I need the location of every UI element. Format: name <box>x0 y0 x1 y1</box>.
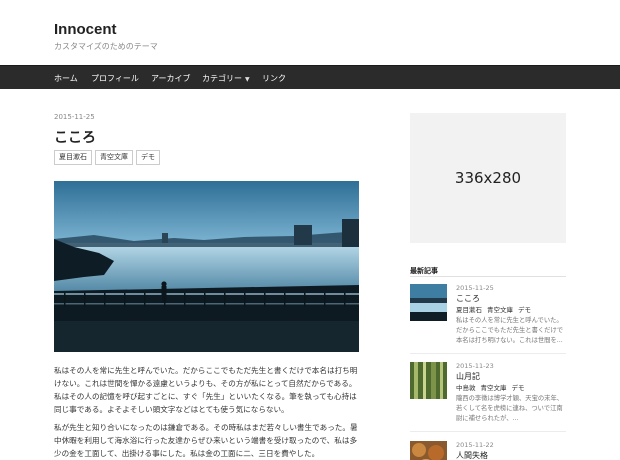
recent-post-text: 2015-11-25 こころ 夏目漱石 青空文庫 デモ 私はその人を常に先生と呼んで… <box>456 284 568 346</box>
recent-post-tag[interactable]: デモ <box>512 384 525 392</box>
main-nav: ホーム プロフィール アーカイブ カテゴリー ▼ リンク <box>0 65 620 89</box>
nav-item-home[interactable]: ホーム <box>54 73 78 84</box>
recent-post-tag[interactable]: 青空文庫 <box>487 306 513 314</box>
recent-post-text: 2015-11-22 人間失格 <box>456 441 568 460</box>
divider <box>410 353 566 354</box>
nav-item-profile[interactable]: プロフィール <box>91 73 139 84</box>
recent-post-excerpt: 隴西の李徴は博学才穎、天宝の末年、若くして名を虎榜に連ね、ついで江南尉に補せられ… <box>456 395 564 422</box>
nav-item-archive[interactable]: アーカイブ <box>151 73 191 84</box>
recent-post-date: 2015-11-25 <box>456 284 494 292</box>
recent-post-title[interactable]: こころ <box>456 293 568 305</box>
divider <box>410 431 566 432</box>
recent-post-tags: 中島敦 青空文庫 デモ <box>456 383 568 393</box>
recent-post-date: 2015-11-22 <box>456 441 494 449</box>
chevron-down-icon: ▼ <box>245 76 250 83</box>
divider <box>410 276 566 277</box>
recent-post-date: 2015-11-23 <box>456 362 494 370</box>
recent-post-title[interactable]: 人間失格 <box>456 450 568 460</box>
post-date: 2015-11-25 <box>54 113 95 121</box>
post-body: 私はその人を常に先生と呼んでいた。だからここでもただ先生と書くだけで本名は打ち明… <box>54 364 362 460</box>
recent-post-tag[interactable]: 夏目漱石 <box>456 306 482 314</box>
site-description: カスタマイズのためのテーマ <box>54 42 158 51</box>
post-tag[interactable]: 夏目漱石 <box>54 150 92 165</box>
post-tag[interactable]: 青空文庫 <box>95 150 133 165</box>
post-paragraph: 私が先生と知り合いになったのは鎌倉である。その時私はまだ若々しい書生であった。暑… <box>54 423 358 458</box>
site-header: Innocent カスタマイズのためのテーマ <box>0 0 620 65</box>
recent-post-tag[interactable]: デモ <box>518 306 531 314</box>
recent-posts-heading: 最新記事 <box>410 267 438 275</box>
recent-post-title[interactable]: 山月記 <box>456 371 568 383</box>
post-tag[interactable]: デモ <box>136 150 160 165</box>
recent-post-tag[interactable]: 青空文庫 <box>481 384 507 392</box>
recent-post-thumbnail[interactable] <box>410 284 447 321</box>
recent-post-excerpt: 私はその人を常に先生と呼んでいた。だからここでもただ先生と書くだけで本名は打ち明… <box>456 317 564 344</box>
recent-post-tag[interactable]: 中島敦 <box>456 384 476 392</box>
nav-item-links[interactable]: リンク <box>262 73 286 84</box>
recent-post-thumbnail[interactable] <box>410 362 447 399</box>
nav-item-category[interactable]: カテゴリー ▼ <box>202 73 250 84</box>
site-title[interactable]: Innocent <box>54 21 117 38</box>
recent-post-tags: 夏目漱石 青空文庫 デモ <box>456 305 568 315</box>
post-paragraph: 私はその人を常に先生と呼んでいた。だからここでもただ先生と書くだけで本名は打ち明… <box>54 366 358 414</box>
post-featured-image <box>54 181 359 352</box>
ad-placeholder[interactable]: 336x280 <box>410 113 566 243</box>
recent-post-text: 2015-11-23 山月記 中島敦 青空文庫 デモ 隴西の李徴は博学才穎、天宝の末… <box>456 362 568 424</box>
recent-post-thumbnail[interactable] <box>410 441 447 460</box>
post-title[interactable]: こころ <box>54 127 96 147</box>
nav-item-category-label: カテゴリー <box>202 74 242 83</box>
